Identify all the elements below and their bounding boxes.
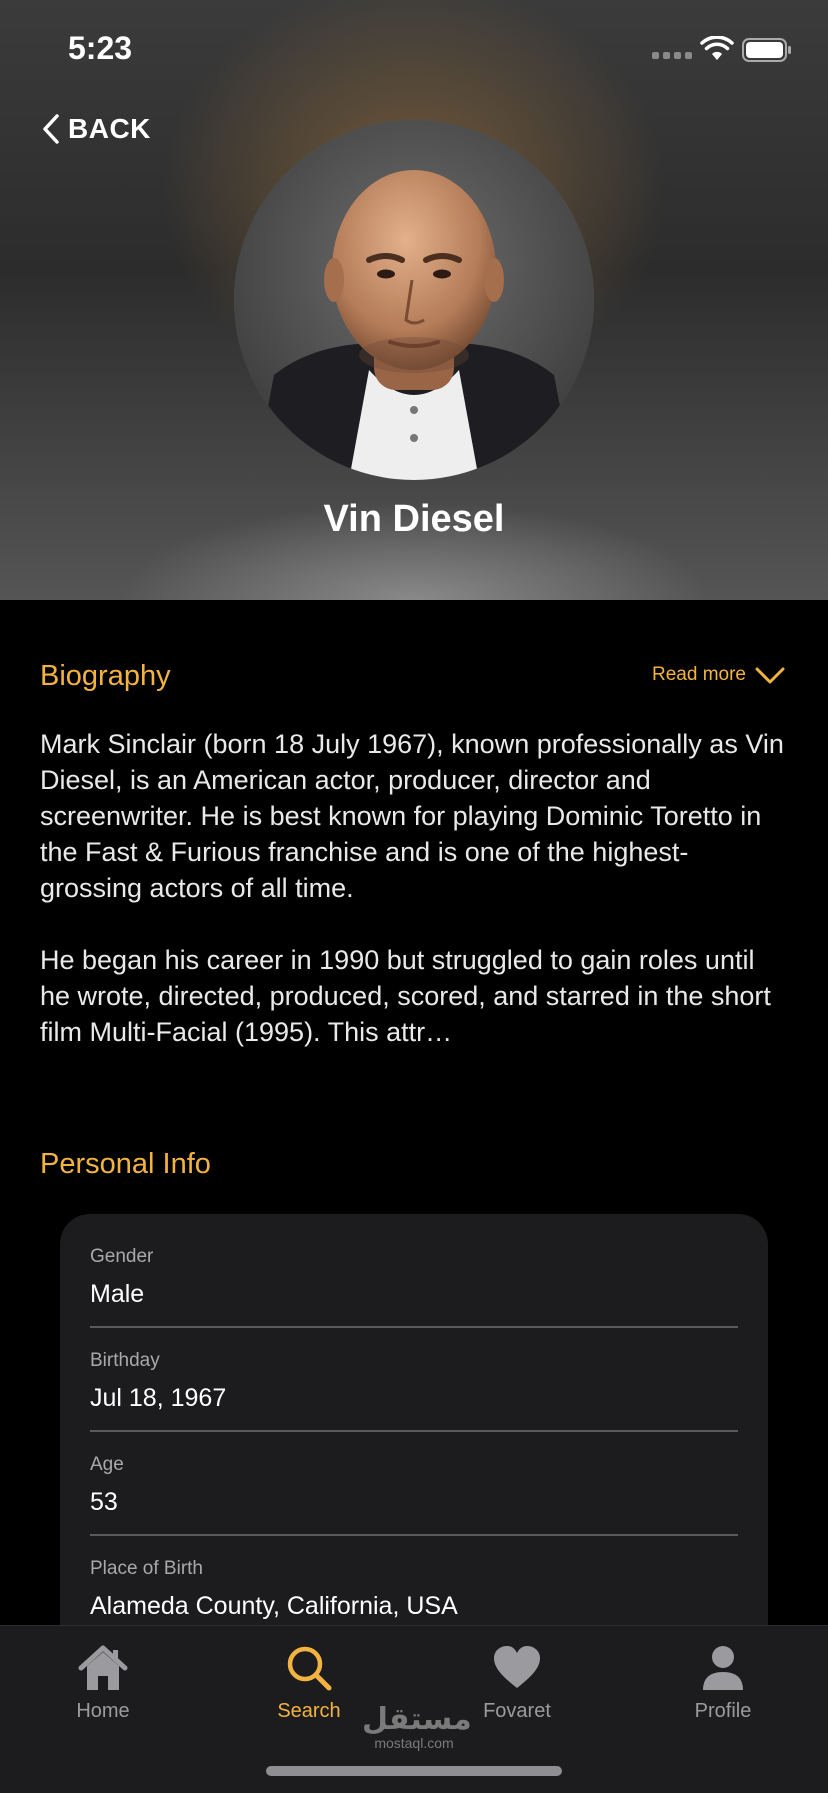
read-more-label: Read more [652,664,746,685]
back-button[interactable]: BACK [40,112,151,146]
watermark-arabic: مستقل [362,1702,472,1737]
back-label: BACK [68,113,151,144]
status-bar: 5:23 [0,0,828,100]
info-value: Alameda County, California, USA [90,1592,458,1620]
info-label: Age [90,1454,124,1475]
personal-info-title: Personal Info [40,1148,211,1180]
info-label: Birthday [90,1350,160,1371]
biography-paragraph: Mark Sinclair (born 18 July 1967), known… [40,729,784,903]
info-row-birthday: Birthday Jul 18, 1967 [90,1350,738,1413]
info-row-age: Age 53 [90,1454,738,1517]
tab-label: Profile [694,1700,752,1722]
biography-title: Biography [40,660,171,692]
info-label: Gender [90,1246,154,1267]
wifi-icon [700,36,734,60]
divider [90,1326,738,1328]
watermark: مستقل mostaql.com [362,1702,472,1752]
personal-info-card: Gender Male Birthday Jul 18, 1967 Age 53… [60,1214,768,1634]
biography-text: Mark Sinclair (born 18 July 1967), known… [40,726,790,1086]
tab-profile[interactable]: Profile [648,1644,798,1723]
info-value: Male [90,1280,145,1308]
info-value: Jul 18, 1967 [90,1384,227,1412]
chevron-down-icon [755,667,785,684]
status-time: 5:23 [68,30,133,66]
profile-header: 5:23 BACK Vin Diesel [0,0,828,600]
info-label: Place of Birth [90,1558,203,1579]
house-icon [78,1645,128,1690]
tab-label: Home [76,1700,130,1722]
divider [90,1430,738,1432]
battery-icon [742,38,791,62]
actor-name: Vin Diesel [323,498,505,540]
info-row-place-of-birth: Place of Birth Alameda County, Californi… [90,1558,738,1621]
chevron-left-icon [43,114,59,144]
cellular-signal-icon [652,52,692,59]
person-icon [703,1646,743,1690]
actor-photo [234,120,594,480]
watermark-latin: mostaql.com [374,1735,454,1751]
heart-icon [494,1646,540,1688]
biography-paragraph: He began his career in 1990 but struggle… [40,945,771,1047]
read-more-button[interactable]: Read more [652,664,786,686]
info-row-gender: Gender Male [90,1246,738,1309]
divider [90,1534,738,1536]
info-value: 53 [90,1488,118,1516]
tab-home[interactable]: Home [28,1644,178,1723]
home-indicator[interactable] [266,1766,562,1776]
magnifier-icon [287,1646,332,1691]
